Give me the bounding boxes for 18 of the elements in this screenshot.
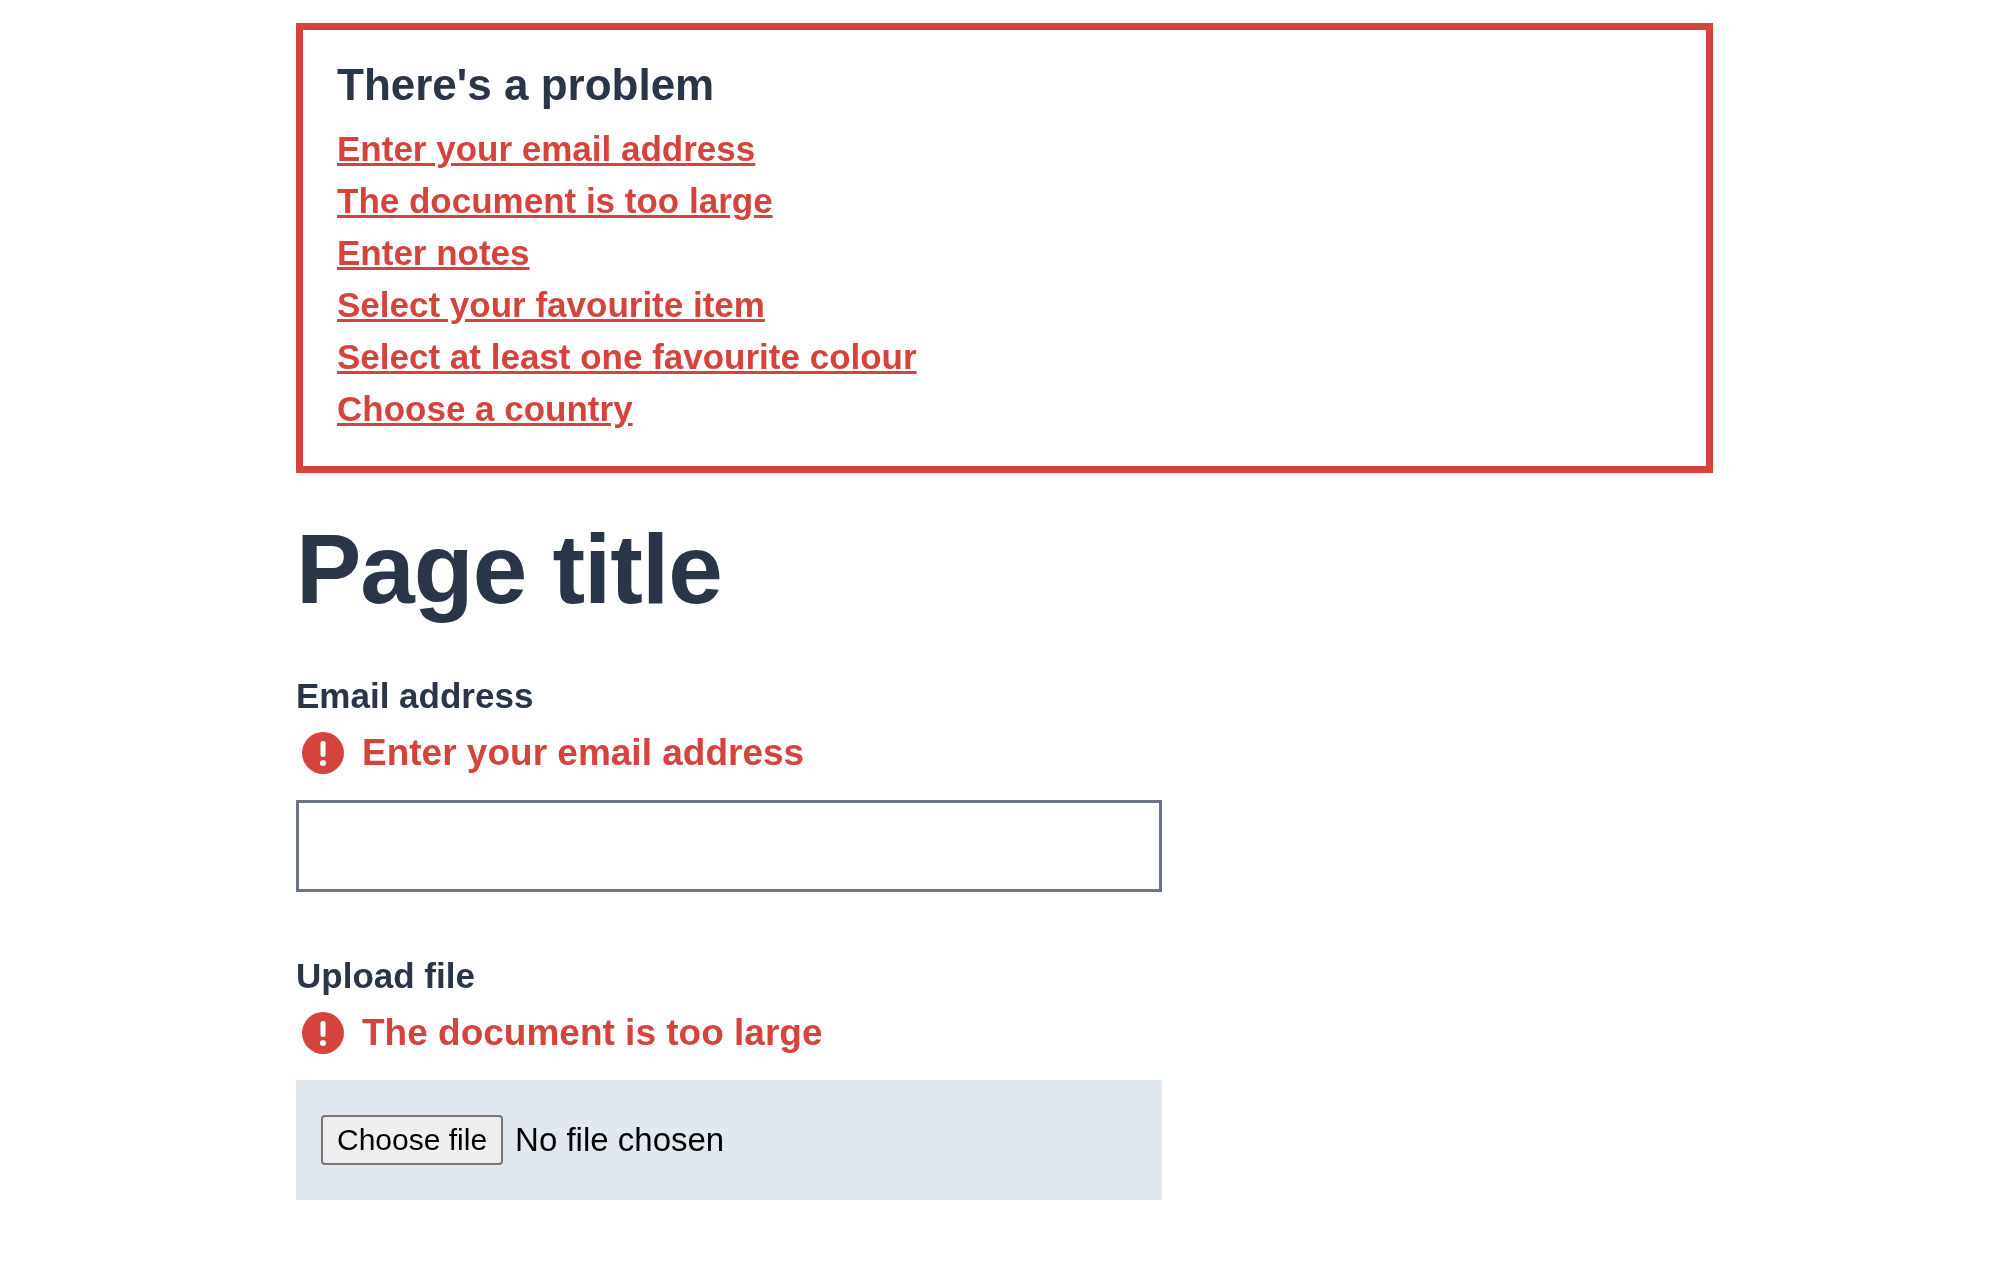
error-message: Enter your email address xyxy=(362,732,805,774)
email-input-field[interactable] xyxy=(296,800,1162,892)
field-label: Upload file xyxy=(296,956,476,996)
field-label: Email address xyxy=(296,676,535,716)
error-link[interactable]: Select your favourite item xyxy=(337,284,765,326)
choose-file-button[interactable]: Choose file xyxy=(321,1115,504,1165)
error-link[interactable]: Enter notes xyxy=(337,232,530,274)
error-link[interactable]: Enter your email address xyxy=(337,128,756,170)
error-link[interactable]: The document is too large xyxy=(337,180,773,222)
error-icon xyxy=(302,1012,344,1054)
error-link[interactable]: Select at least one favourite colour xyxy=(337,336,917,378)
file-upload-field[interactable]: Choose file No file chosen xyxy=(296,1080,1162,1200)
error-summary-title: There's a problem xyxy=(337,60,716,110)
file-status: No file chosen xyxy=(515,1121,725,1159)
page-title: Page title xyxy=(296,513,723,626)
error-message: The document is too large xyxy=(362,1012,823,1054)
error-link[interactable]: Choose a country xyxy=(337,388,633,430)
error-icon xyxy=(302,732,344,774)
